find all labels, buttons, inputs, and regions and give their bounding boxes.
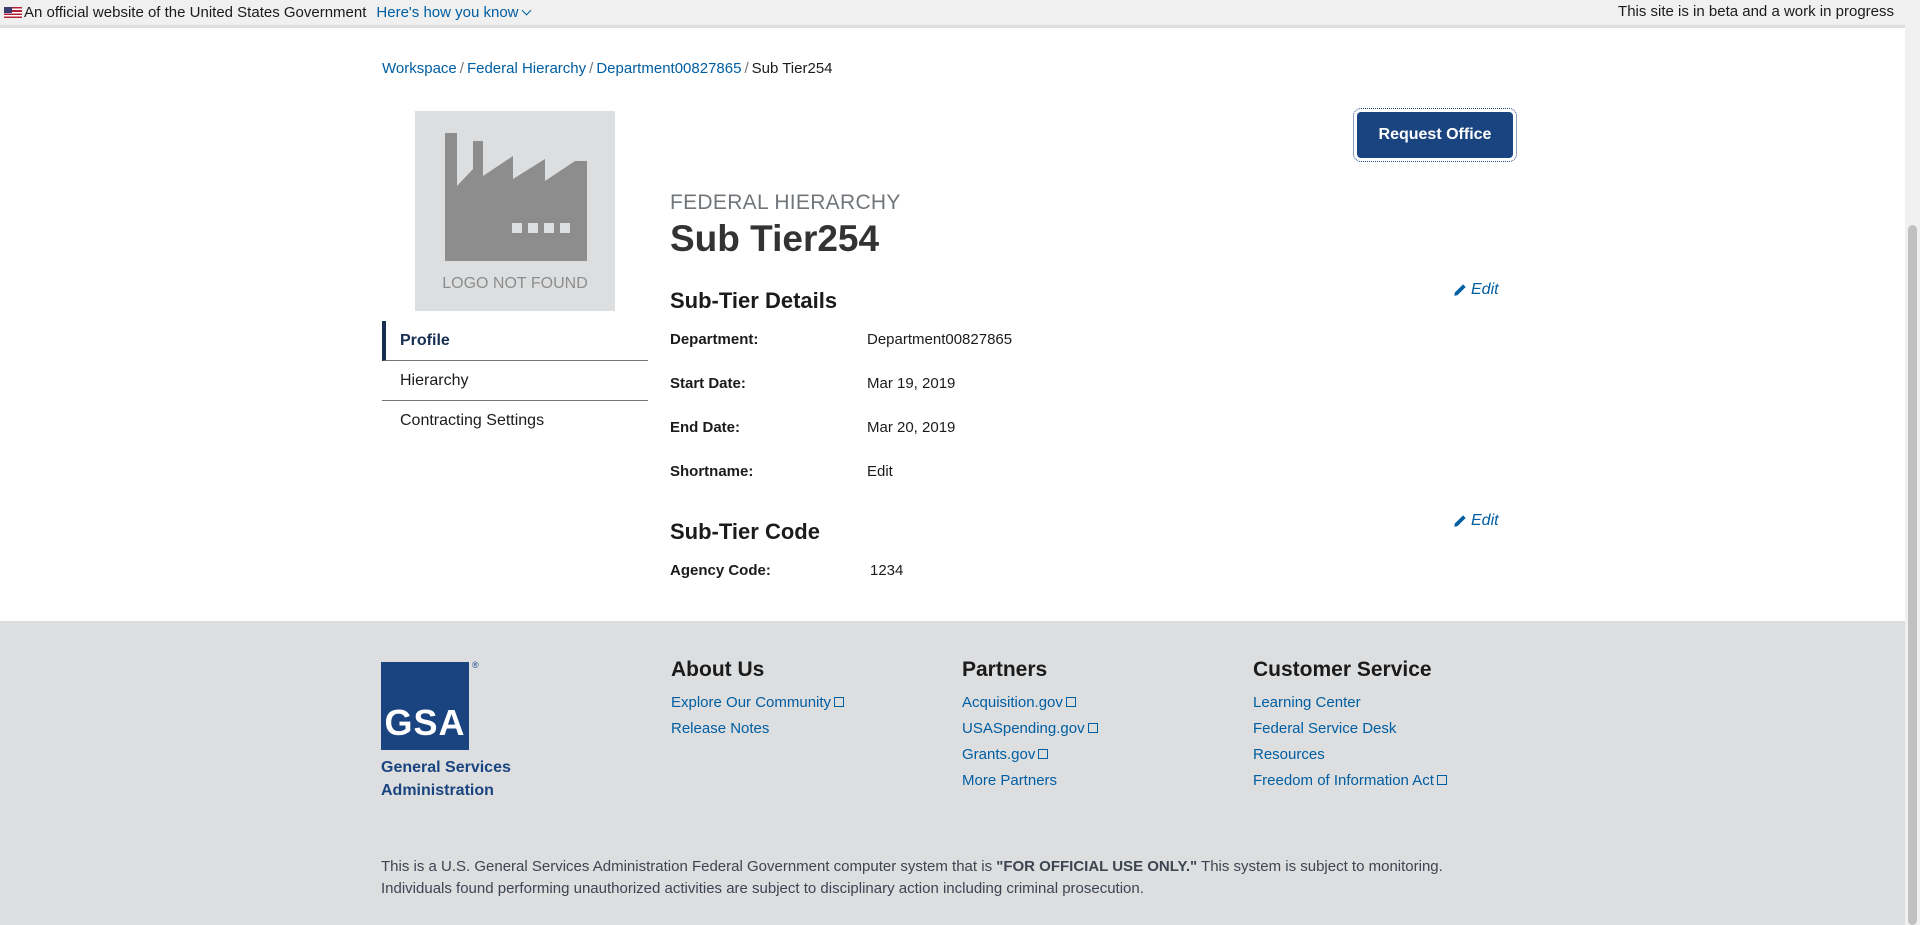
breadcrumb-workspace[interactable]: Workspace (382, 60, 457, 77)
gov-banner: An official website of the United States… (0, 0, 1905, 28)
grants-gov-link[interactable]: Grants.gov (962, 746, 1098, 763)
page-scrollbar[interactable] (1905, 0, 1920, 925)
gsa-name-line-1: General Services (381, 759, 511, 776)
acquisition-gov-link[interactable]: Acquisition.gov (962, 694, 1098, 711)
federal-service-desk-link[interactable]: Federal Service Desk (1253, 720, 1447, 737)
more-partners-link[interactable]: More Partners (962, 772, 1098, 789)
details-edit-label: Edit (1471, 281, 1499, 298)
agency-code-label: Agency Code: (670, 562, 771, 579)
footer-service-column: Customer Service Learning Center Federal… (1253, 658, 1447, 798)
foia-link[interactable]: Freedom of Information Act (1253, 772, 1447, 789)
breadcrumb-department[interactable]: Department00827865 (596, 60, 741, 77)
breadcrumb: Workspace / Federal Hierarchy / Department00… (382, 60, 833, 77)
official-site-text: An official website of the United States… (24, 4, 367, 21)
gsa-name: General Services Administration (381, 756, 511, 802)
gsa-logo[interactable]: GSA (381, 662, 469, 750)
breadcrumb-separator: / (744, 60, 749, 77)
chevron-down-icon (521, 5, 531, 16)
how-you-know-label: Here's how you know (376, 4, 519, 21)
details-section-title: Sub-Tier Details (670, 288, 838, 313)
learning-center-link[interactable]: Learning Center (1253, 694, 1447, 711)
footer-service-title: Customer Service (1253, 658, 1432, 681)
pencil-icon (1454, 284, 1466, 296)
external-link-icon (1087, 723, 1098, 733)
logo-not-found-text: LOGO NOT FOUND (442, 275, 588, 292)
end-date-label: End Date: (670, 419, 741, 436)
resources-link[interactable]: Resources (1253, 746, 1447, 763)
registered-mark: ® (472, 660, 479, 670)
explore-community-label: Explore Our Community (671, 694, 832, 711)
page-eyebrow: FEDERAL HIERARCHY (670, 191, 901, 214)
breadcrumb-separator: / (589, 60, 594, 77)
footer-partners-column: Partners Acquisition.gov USASpending.gov… (962, 658, 1098, 798)
usaspending-gov-link[interactable]: USASpending.gov (962, 720, 1098, 737)
gsa-name-line-2: Administration (381, 782, 494, 799)
start-date-label: Start Date: (670, 375, 746, 392)
footer-disclaimer: This is a U.S. General Services Administ… (381, 856, 1511, 900)
us-flag-icon (4, 7, 22, 18)
sidenav-item-profile[interactable]: Profile (382, 321, 648, 361)
pencil-icon (1454, 515, 1466, 527)
scrollbar-thumb[interactable] (1908, 225, 1917, 925)
footer-about-column: About Us Explore Our Community Release N… (671, 658, 845, 746)
acquisition-gov-label: Acquisition.gov (962, 694, 1063, 711)
release-notes-link[interactable]: Release Notes (671, 720, 844, 737)
shortname-label: Shortname: (670, 463, 754, 480)
external-link-icon (1065, 697, 1076, 707)
details-edit-link[interactable]: Edit (1453, 281, 1499, 299)
explore-community-link[interactable]: Explore Our Community (671, 694, 845, 711)
usaspending-gov-label: USASpending.gov (962, 720, 1085, 737)
shortname-value: Edit (867, 463, 893, 480)
code-section-title: Sub-Tier Code (670, 519, 820, 544)
disclaimer-bold: "FOR OFFICIAL USE ONLY." (996, 858, 1198, 875)
external-link-icon (1436, 775, 1447, 785)
disclaimer-pre: This is a U.S. General Services Administ… (381, 858, 997, 875)
sidenav-item-hierarchy[interactable]: Hierarchy (382, 361, 648, 401)
sidenav-item-contracting-settings[interactable]: Contracting Settings (382, 401, 648, 440)
footer-partners-title: Partners (962, 658, 1048, 681)
grants-gov-label: Grants.gov (962, 746, 1036, 763)
how-you-know-link[interactable]: Here's how you know (376, 4, 531, 21)
department-value: Department00827865 (867, 331, 1013, 348)
foia-label: Freedom of Information Act (1253, 772, 1434, 789)
breadcrumb-current: Sub Tier254 (751, 60, 833, 77)
logo-placeholder: LOGO NOT FOUND (415, 111, 615, 311)
end-date-value: Mar 20, 2019 (867, 419, 956, 436)
breadcrumb-separator: / (459, 60, 464, 77)
agency-code-value: 1234 (870, 562, 904, 579)
footer-about-title: About Us (671, 658, 765, 681)
beta-notice: This site is in beta and a work in progr… (1618, 3, 1894, 20)
department-label: Department: (670, 331, 759, 348)
code-edit-link[interactable]: Edit (1453, 512, 1499, 530)
side-nav: Profile Hierarchy Contracting Settings (382, 321, 648, 440)
external-link-icon (1038, 749, 1049, 759)
external-link-icon (834, 697, 845, 707)
breadcrumb-federal-hierarchy[interactable]: Federal Hierarchy (467, 60, 586, 77)
request-office-button[interactable]: Request Office (1353, 108, 1517, 162)
page-title: Sub Tier254 (670, 218, 880, 259)
start-date-value: Mar 19, 2019 (867, 375, 956, 392)
code-edit-label: Edit (1471, 512, 1499, 529)
